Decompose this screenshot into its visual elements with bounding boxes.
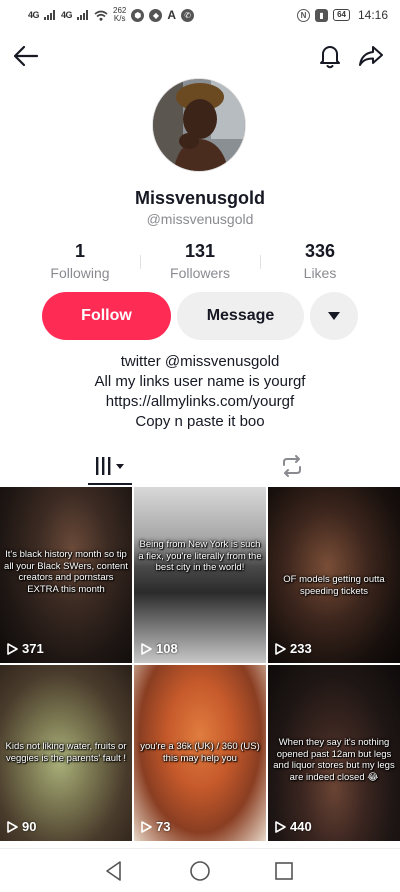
play-icon [141,820,152,833]
display-name: Missvenusgold [134,188,266,208]
view-count-value: 108 [156,641,178,656]
system-nav-bar [0,848,400,892]
likes-label: Likes [303,265,337,281]
signal-bars-icon [77,10,89,20]
bio-line: twitter @missvenusgold [120,353,280,370]
view-count: 371 [7,641,44,656]
grid-videos-icon [96,457,124,475]
video-thumbnail[interactable]: Being from New York is such a flex, you'… [134,487,266,663]
share-icon[interactable] [355,40,387,72]
view-count: 73 [141,819,170,834]
bio-line: Copy n paste it boo [135,413,265,430]
video-caption: you're a 36k (UK) / 360 (US) this may he… [140,741,260,764]
play-icon [141,642,152,655]
view-count: 90 [7,819,36,834]
repost-icon [283,455,301,477]
view-count-value: 440 [290,819,312,834]
bio: twitter @missvenusgold All my links user… [0,352,400,432]
video-caption: OF models getting outta speeding tickets [283,574,385,597]
whatsapp-icon: ✆ [181,8,195,22]
view-count-value: 73 [156,819,171,834]
caret-down-icon [328,312,340,320]
message-button[interactable]: Message [177,292,304,340]
top-nav [0,36,400,76]
nav-back-icon[interactable] [100,857,128,885]
video-caption: Kids not liking water, fruits or veggies… [5,741,127,764]
following-label: Following [50,265,110,281]
video-caption: When they say it's nothing opened past 1… [273,737,395,783]
view-count: 108 [141,641,178,656]
video-thumbnail[interactable]: OF models getting outta speeding tickets… [268,487,400,663]
stat-likes[interactable]: 336 Likes [260,241,380,283]
vpn-icon: ⬢ [131,8,145,22]
active-tab-indicator [88,483,132,485]
following-count: 1 [74,241,85,261]
play-icon [7,820,18,833]
signal-1: 4G [28,10,40,20]
profile-stats: 1 Following 131 Followers 336 Likes [20,241,380,283]
nfc-icon: N [297,8,311,22]
signal-2: 4G [61,10,73,20]
stats-divider [140,255,141,269]
profile-tabs [0,446,400,486]
nav-recents-icon[interactable] [270,857,298,885]
network-speed: 262 K/s [113,7,126,23]
video-caption: It's black history month so tip all your… [4,549,128,595]
stats-divider [260,255,261,269]
video-caption: Being from New York is such a flex, you'… [138,539,262,573]
follow-button[interactable]: Follow [42,292,171,340]
play-icon [275,642,286,655]
signal-bars-icon [44,10,56,20]
followers-count: 131 [184,241,216,261]
wifi-icon [94,10,108,21]
nav-home-icon[interactable] [186,857,214,885]
font-notification-icon: A [167,8,177,22]
view-count-value: 371 [22,641,44,656]
stat-followers[interactable]: 131 Followers [140,241,260,283]
likes-count: 336 [304,241,336,261]
clock: 14:16 [357,8,388,22]
net-speed-unit: K/s [113,14,126,23]
view-count-value: 233 [290,641,312,656]
view-count: 233 [275,641,312,656]
video-thumbnail[interactable]: Kids not liking water, fruits or veggies… [0,665,132,841]
play-icon [7,642,18,655]
view-count: 440 [275,819,312,834]
status-bar: 4G 4G 262 K/s ⬢ ◆ A ✆ N ▮ 64 14:16 [0,0,400,30]
view-count-value: 90 [22,819,37,834]
bell-icon[interactable] [314,40,346,72]
stat-following[interactable]: 1 Following [20,241,140,283]
suggested-accounts-button[interactable] [310,292,358,340]
bio-line: All my links user name is yourgf [94,373,306,390]
back-arrow-icon[interactable] [10,40,42,72]
username: @missvenusgold [146,211,254,227]
vibrate-icon: ▮ [315,8,329,22]
tab-videos[interactable] [88,446,132,486]
video-thumbnail[interactable]: It's black history month so tip all your… [0,487,132,663]
avatar[interactable] [152,78,246,172]
battery-icon: 64 [333,9,350,21]
followers-label: Followers [170,265,230,281]
app-notification-icon: ◆ [149,8,163,22]
video-thumbnail[interactable]: When they say it's nothing opened past 1… [268,665,400,841]
play-icon [275,820,286,833]
video-grid: It's black history month so tip all your… [0,487,400,841]
video-thumbnail[interactable]: you're a 36k (UK) / 360 (US) this may he… [134,665,266,841]
tab-reposts[interactable] [270,446,314,486]
bio-line[interactable]: https://allmylinks.com/yourgf [0,392,400,412]
